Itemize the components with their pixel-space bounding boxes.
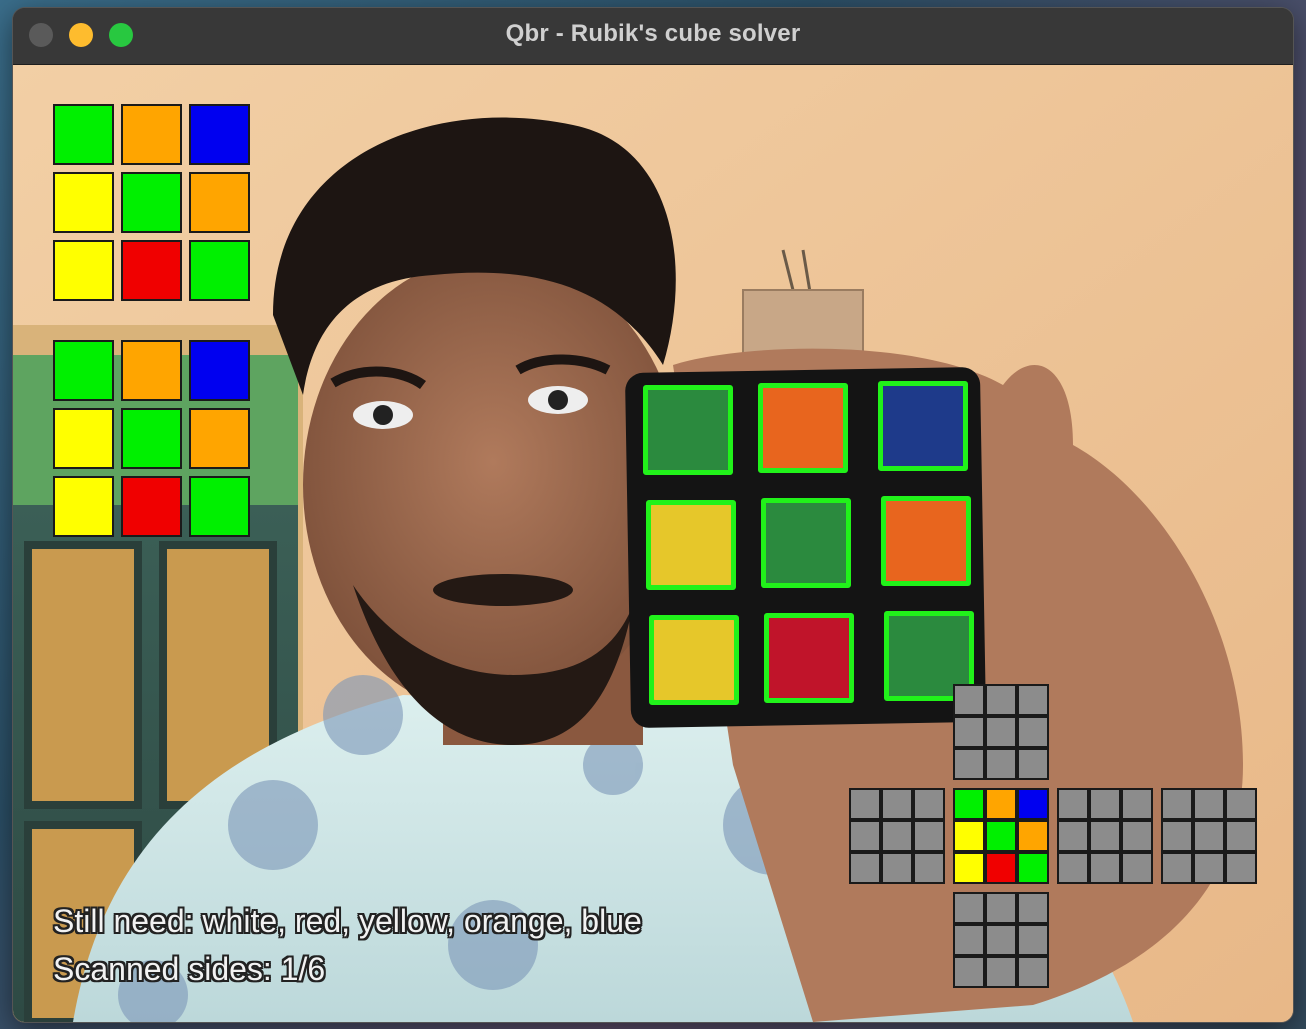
net-right-cell xyxy=(1089,820,1121,852)
net-back-cell xyxy=(1161,788,1193,820)
net-left-cell xyxy=(849,788,881,820)
net-up-cell xyxy=(1017,716,1049,748)
net-right-cell xyxy=(1089,852,1121,884)
detection-outline xyxy=(643,385,733,475)
net-up-cell xyxy=(1017,684,1049,716)
net-down-cell xyxy=(985,892,1017,924)
net-right-cell xyxy=(1089,788,1121,820)
net-back-cell xyxy=(1225,820,1257,852)
net-up-cell xyxy=(953,684,985,716)
net-back-cell xyxy=(1225,852,1257,884)
detection-outline xyxy=(881,496,971,586)
net-up-cell xyxy=(1017,748,1049,780)
webcam-feed: Still need: white, red, yellow, orange, … xyxy=(13,65,1293,1022)
title-bar[interactable]: Qbr - Rubik's cube solver xyxy=(13,8,1293,65)
net-right-cell xyxy=(1057,852,1089,884)
net-front-cell xyxy=(985,852,1017,884)
net-left-cell xyxy=(881,788,913,820)
net-up-cell xyxy=(953,748,985,780)
net-right-cell xyxy=(1121,852,1153,884)
net-down-cell xyxy=(1017,956,1049,988)
net-left-cell xyxy=(849,852,881,884)
net-up-cell xyxy=(985,748,1017,780)
preview-current-sticker-red xyxy=(121,240,182,301)
net-right-cell xyxy=(1057,820,1089,852)
net-down-cell xyxy=(1017,924,1049,956)
preview-snapshot-sticker-green xyxy=(189,476,250,537)
preview-current-sticker-orange xyxy=(189,172,250,233)
detection-outline xyxy=(878,381,968,471)
preview-current-sticker-yellow xyxy=(53,240,114,301)
preview-snapshot-sticker-orange xyxy=(121,340,182,401)
detection-outline xyxy=(764,613,854,703)
net-front-cell xyxy=(1017,788,1049,820)
preview-snapshot-sticker-green xyxy=(53,340,114,401)
preview-current-sticker-green xyxy=(121,172,182,233)
preview-snapshot-sticker-red xyxy=(121,476,182,537)
preview-snapshot-sticker-yellow xyxy=(53,476,114,537)
net-left-cell xyxy=(849,820,881,852)
detection-outline xyxy=(649,615,739,705)
preview-current-sticker-green xyxy=(189,240,250,301)
net-front-cell xyxy=(985,820,1017,852)
net-front-cell xyxy=(953,788,985,820)
preview-current-sticker-green xyxy=(53,104,114,165)
net-left-cell xyxy=(913,852,945,884)
net-left-cell xyxy=(881,852,913,884)
net-back-cell xyxy=(1193,788,1225,820)
net-left-cell xyxy=(913,820,945,852)
net-down-cell xyxy=(985,924,1017,956)
preview-snapshot-sticker-yellow xyxy=(53,408,114,469)
detection-outline xyxy=(646,500,736,590)
net-up-cell xyxy=(985,684,1017,716)
net-back-cell xyxy=(1193,852,1225,884)
net-down-cell xyxy=(953,956,985,988)
still-need-text: Still need: white, red, yellow, orange, … xyxy=(53,903,642,939)
preview-current-sticker-orange xyxy=(121,104,182,165)
net-front-cell xyxy=(1017,820,1049,852)
preview-snapshot-sticker-blue xyxy=(189,340,250,401)
preview-current-sticker-blue xyxy=(189,104,250,165)
preview-current-sticker-yellow xyxy=(53,172,114,233)
net-front-cell xyxy=(953,852,985,884)
net-down-cell xyxy=(953,924,985,956)
window-title: Qbr - Rubik's cube solver xyxy=(505,20,801,47)
net-up-cell xyxy=(953,716,985,748)
net-back-cell xyxy=(1161,852,1193,884)
net-front-cell xyxy=(1017,852,1049,884)
net-up-cell xyxy=(985,716,1017,748)
net-down-cell xyxy=(985,956,1017,988)
net-back-cell xyxy=(1225,788,1257,820)
preview-snapshot-sticker-orange xyxy=(189,408,250,469)
net-down-cell xyxy=(1017,892,1049,924)
app-window: Qbr - Rubik's cube solver Still need: wh… xyxy=(13,8,1293,1022)
net-left-cell xyxy=(913,788,945,820)
net-back-cell xyxy=(1161,820,1193,852)
detection-outline xyxy=(758,383,848,473)
net-right-cell xyxy=(1057,788,1089,820)
net-down-cell xyxy=(953,892,985,924)
preview-snapshot-sticker-green xyxy=(121,408,182,469)
net-front-cell xyxy=(953,820,985,852)
net-back-cell xyxy=(1193,820,1225,852)
scanned-sides-text: Scanned sides: 1/6 xyxy=(53,951,326,987)
net-front-cell xyxy=(985,788,1017,820)
net-left-cell xyxy=(881,820,913,852)
net-right-cell xyxy=(1121,788,1153,820)
net-right-cell xyxy=(1121,820,1153,852)
detection-outline xyxy=(761,498,851,588)
